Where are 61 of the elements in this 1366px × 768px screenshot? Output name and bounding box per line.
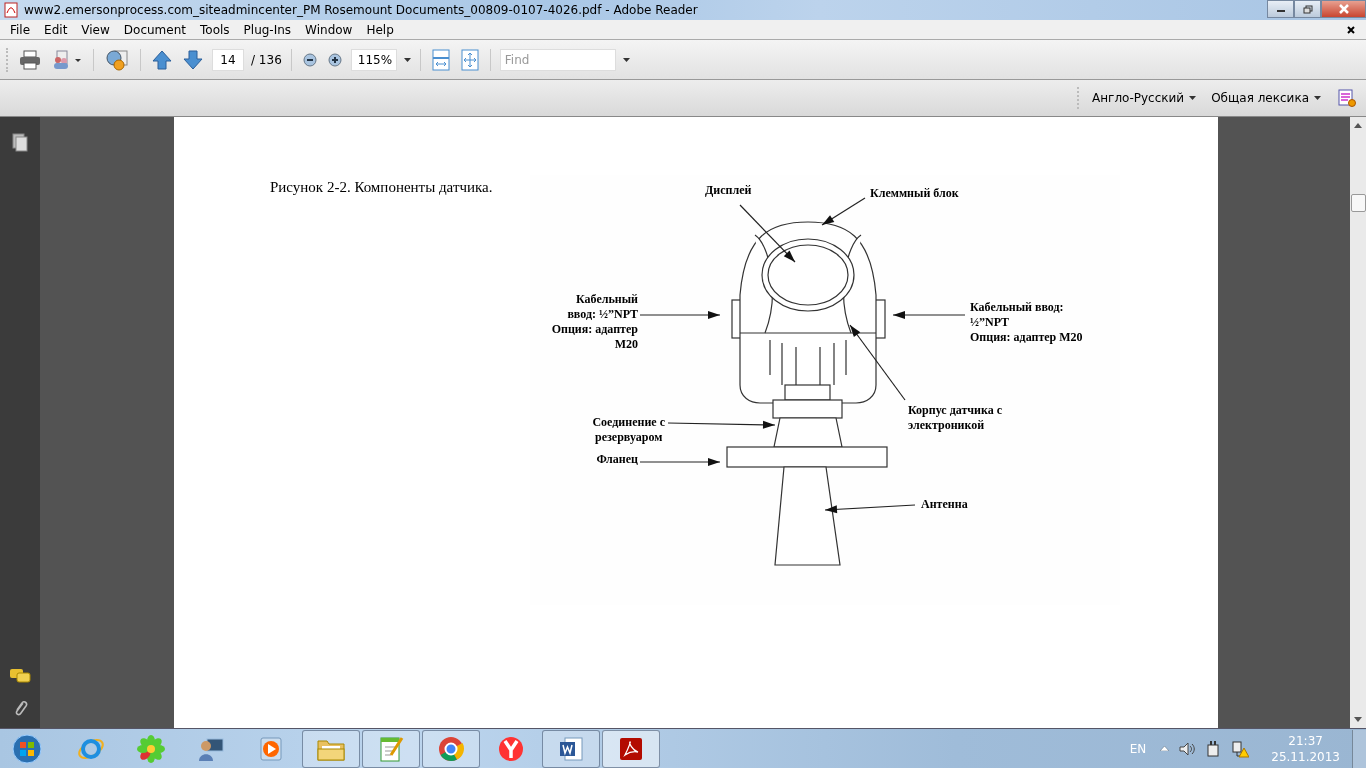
tricolor-circle-icon	[437, 734, 465, 763]
figure-label: Дисплей	[705, 183, 752, 198]
figure-label: Кабельный ввод: ½”NPT Опция: адаптер M20	[551, 292, 638, 352]
caret-icon[interactable]	[1189, 96, 1197, 100]
menu-item[interactable]: Plug-Ins	[236, 22, 299, 37]
pointer-arrow	[739, 204, 796, 263]
menu-item[interactable]: Tools	[193, 22, 237, 37]
notepad-pencil-icon	[377, 734, 405, 763]
restore-icon[interactable]	[1302, 4, 1313, 14]
figure-label: Кабельный ввод: ½”NPT Опция: адаптер M20	[970, 300, 1083, 345]
scroll-up-icon[interactable]	[1354, 123, 1362, 128]
scroll-down-icon[interactable]	[1354, 717, 1362, 722]
network-warning-icon[interactable]	[1231, 739, 1250, 758]
document-icon	[557, 734, 585, 763]
show-hidden-icons-icon[interactable]	[1160, 746, 1170, 751]
figure-label: Соединение с резервуаром	[592, 415, 665, 445]
pages-icon[interactable]	[12, 133, 28, 153]
menu-item[interactable]: Edit	[37, 22, 75, 37]
page-total: / 136	[251, 52, 282, 67]
fit-page-icon[interactable]	[458, 46, 481, 73]
fit-width-icon[interactable]	[429, 46, 452, 73]
page-number-field[interactable]: 14	[212, 48, 244, 71]
caret-icon[interactable]	[622, 57, 630, 62]
menu-item[interactable]: Help	[359, 22, 401, 37]
taskbar-app-button[interactable]	[362, 729, 420, 768]
caret-icon[interactable]	[1314, 96, 1321, 100]
topic-dropdown[interactable]: Общая лексика	[1211, 91, 1309, 105]
arrow-down-icon[interactable]	[181, 47, 205, 72]
find-field[interactable]: Find	[499, 48, 616, 71]
vertical-scrollbar[interactable]	[1350, 117, 1366, 728]
taskbar-app-button[interactable]	[542, 729, 600, 768]
menu-item[interactable]: File	[3, 22, 38, 37]
figure-label: Фланец	[596, 452, 638, 467]
taskbar-app-button[interactable]	[602, 729, 660, 768]
speaker-icon[interactable]	[1179, 740, 1196, 757]
scrollbar-thumb[interactable]	[1350, 194, 1366, 212]
menu-item[interactable]: View	[74, 22, 117, 37]
close-button[interactable]	[1321, 0, 1366, 18]
figure-label: Корпус датчика с электроникой	[908, 403, 1003, 433]
print-icon[interactable]	[17, 47, 43, 72]
minimize-button[interactable]	[1267, 0, 1294, 18]
figure-label: Антенна	[921, 497, 968, 512]
restore-button[interactable]	[1294, 0, 1321, 18]
figure-label: Клеммный блок	[870, 186, 959, 201]
zoom-in-icon[interactable]	[325, 50, 344, 69]
zoom-out-icon[interactable]	[300, 50, 319, 69]
figure-caption: Рисунок 2-2. Компоненты датчика.	[270, 179, 494, 197]
pointer-arrow	[821, 197, 866, 226]
fork-circle-icon	[497, 734, 525, 763]
caret-icon[interactable]	[403, 57, 411, 62]
comments-icon[interactable]	[9, 668, 31, 684]
power-plug-icon[interactable]	[1205, 739, 1222, 758]
window-title: www2.emersonprocess.com_siteadmincenter_PM Rosemount Documents_00809-0107-4026.pdf - Adobe Reader	[24, 3, 698, 17]
play-icon	[257, 734, 285, 763]
zoom-field[interactable]: 115%	[350, 48, 397, 71]
menu-item[interactable]: Window	[298, 22, 360, 37]
taskbar-app-button[interactable]	[422, 729, 480, 768]
flower-icon	[137, 734, 165, 763]
pdf-file-icon	[4, 2, 18, 18]
dictionary-dropdown[interactable]: Англо-Русский	[1092, 91, 1185, 105]
menu-item[interactable]: Document	[116, 22, 193, 37]
